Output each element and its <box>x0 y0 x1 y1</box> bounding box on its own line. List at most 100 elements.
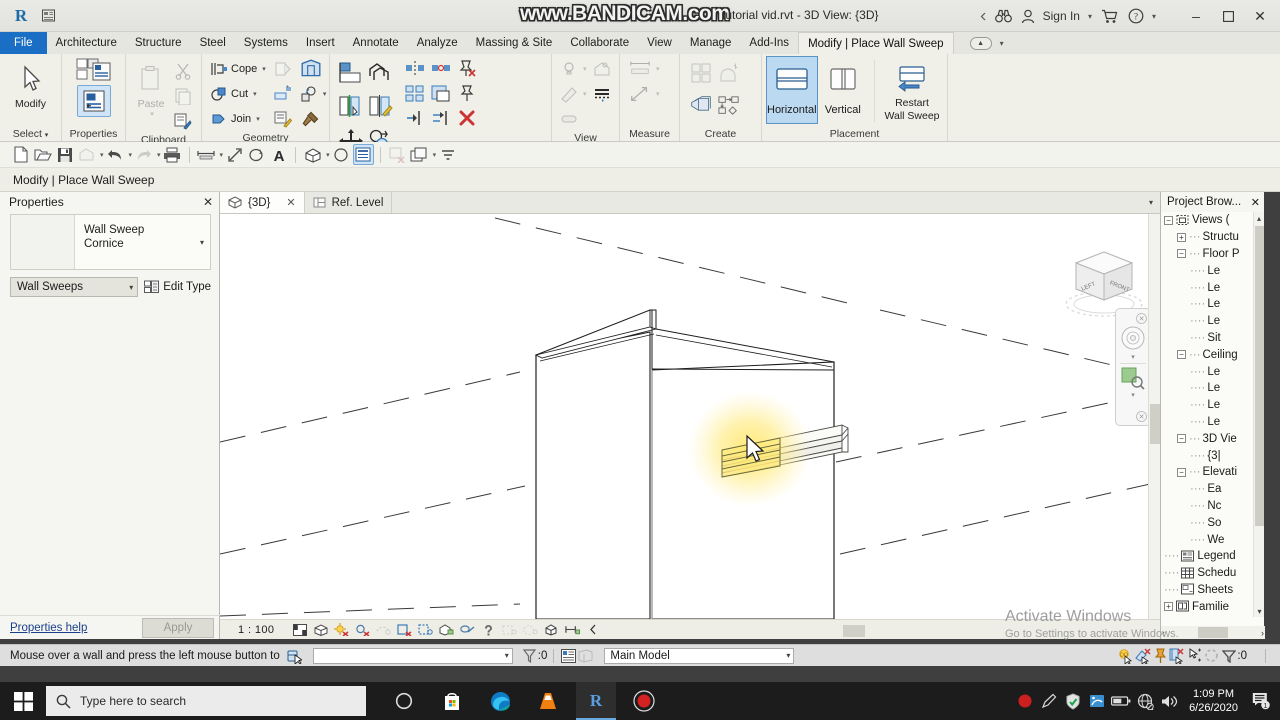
paste-button[interactable]: Paste ▾ <box>130 57 172 118</box>
join-geometry-button[interactable]: Join ▾ <box>208 107 268 131</box>
text-icon[interactable]: A <box>268 144 289 165</box>
undo-icon[interactable] <box>105 144 126 165</box>
wall-join-button[interactable] <box>298 57 329 81</box>
project-browser-horizontal-scrollbar[interactable]: ‹ › <box>1161 626 1265 639</box>
battery-icon[interactable] <box>1109 682 1133 720</box>
reveal-hidden-elements-icon[interactable] <box>481 622 496 637</box>
network-offline-icon[interactable] <box>1133 682 1157 720</box>
tree-expander-minus-icon[interactable]: − <box>1164 215 1173 225</box>
join-dropdown-caret-icon[interactable]: ▾ <box>256 115 260 123</box>
measure-along-dropdown-caret-icon[interactable]: ▾ <box>656 90 660 98</box>
browser-tree-item[interactable]: ···· Le <box>1161 397 1264 414</box>
project-browser-tree[interactable]: − Views (+ ··· Structu − ··· Floor P ···· Le ····… <box>1161 212 1264 617</box>
customize-qat-icon[interactable] <box>437 144 458 165</box>
status-filter-combo[interactable]: ▾ <box>312 647 513 664</box>
close-hidden-windows-icon[interactable] <box>387 144 408 165</box>
visual-style-icon[interactable] <box>313 622 328 637</box>
minimize-button[interactable]: – <box>1180 0 1212 32</box>
network-app-icon[interactable] <box>1085 682 1109 720</box>
measure-dropdown-caret-icon[interactable]: ▾ <box>656 65 660 73</box>
title-left-arrow-icon[interactable] <box>977 0 991 32</box>
open-file-icon[interactable] <box>32 144 53 165</box>
horizontal-placement-button[interactable]: Horizontal <box>766 56 818 124</box>
filter-icon[interactable] <box>1220 647 1237 664</box>
ribbon-tab-analyze[interactable]: Analyze <box>408 32 467 54</box>
restart-wall-sweep-button[interactable]: Restart Wall Sweep <box>881 56 943 122</box>
security-icon[interactable] <box>1061 682 1085 720</box>
browser-tree-item[interactable]: ···· Le <box>1161 414 1264 431</box>
browser-tree-item[interactable]: ···· {3| <box>1161 447 1264 464</box>
browser-tree-item[interactable]: ···· We <box>1161 531 1264 548</box>
tree-expander-minus-icon[interactable]: − <box>1177 249 1186 259</box>
user-avatar-icon[interactable] <box>1017 0 1039 32</box>
split-with-gap-button[interactable] <box>431 59 451 80</box>
3d-view-dropdown-caret-icon[interactable]: ▾ <box>326 151 330 159</box>
section-icon[interactable] <box>331 144 352 165</box>
microsoft-store-icon[interactable] <box>432 682 472 720</box>
properties-close-icon[interactable]: ✕ <box>203 195 213 209</box>
links-icon[interactable] <box>1169 647 1186 664</box>
tree-expander-minus-icon[interactable]: − <box>1177 434 1186 444</box>
browser-tree-item[interactable]: ···· Le <box>1161 313 1264 330</box>
rendering-dialog-icon[interactable] <box>376 622 392 637</box>
redo-dropdown-caret-icon[interactable]: ▾ <box>157 151 161 159</box>
array-button[interactable] <box>405 84 425 105</box>
type-selector[interactable]: Wall Sweep Cornice ▾ <box>10 214 211 270</box>
beam-join-button[interactable]: ▾ <box>298 82 329 106</box>
ribbon-tab-annotate[interactable]: Annotate <box>344 32 408 54</box>
binoculars-icon[interactable] <box>991 0 1017 32</box>
browser-tree-item[interactable]: ···· So <box>1161 514 1264 531</box>
status-filter-icon[interactable] <box>521 647 538 664</box>
save-as-icon[interactable] <box>76 144 97 165</box>
canvas-scroll-thumb[interactable] <box>1150 404 1160 444</box>
measure-between-refs-button[interactable]: ▾ <box>627 57 662 81</box>
revit-app-icon[interactable]: R <box>576 682 616 720</box>
split-element-button[interactable] <box>405 59 425 80</box>
navbar-options-icon[interactable]: ✕ <box>1136 411 1147 422</box>
cut-button[interactable] <box>172 59 194 83</box>
action-center-icon[interactable]: 1 <box>1246 682 1276 720</box>
worksets-icon[interactable] <box>577 647 594 664</box>
split-face-button[interactable]: + <box>272 82 294 106</box>
switch-windows-dropdown-caret-icon[interactable]: ▾ <box>433 151 437 159</box>
show-crop-region-icon[interactable] <box>418 622 434 637</box>
browser-scroll-down-icon[interactable]: ▾ <box>1254 605 1265 617</box>
paint-button[interactable] <box>272 107 294 131</box>
tree-expander-minus-icon[interactable]: − <box>1177 467 1186 477</box>
scale-button[interactable] <box>431 84 451 105</box>
volume-icon[interactable] <box>1157 682 1181 720</box>
default-3d-view-icon[interactable] <box>302 144 323 165</box>
edit-type-button[interactable]: Edit Type <box>144 280 211 294</box>
navbar-close-icon[interactable]: ✕ <box>1136 313 1147 324</box>
tag-icon[interactable]: 1 <box>246 144 267 165</box>
view-tab-3d[interactable]: {3D} ✕ <box>220 192 305 213</box>
model-selector[interactable]: Main Model ▾ <box>604 647 795 664</box>
zoom-caret-icon[interactable]: ▾ <box>1131 391 1135 399</box>
browser-tree-item[interactable]: ···· Sit <box>1161 330 1264 347</box>
browser-tree-item[interactable]: + Familie <box>1161 598 1264 615</box>
temporary-view-properties-icon[interactable] <box>502 622 517 637</box>
drag-elements-icon[interactable] <box>1186 647 1203 664</box>
view-tab-3d-close-icon[interactable]: ✕ <box>286 196 295 209</box>
browser-tree-item[interactable]: − ··· Elevati <box>1161 464 1264 481</box>
type-selector-caret-icon[interactable]: ▾ <box>194 215 210 269</box>
browser-tree-item[interactable]: ···· Le <box>1161 380 1264 397</box>
tree-expander-plus-icon[interactable]: + <box>1164 602 1173 612</box>
project-browser-vertical-scrollbar[interactable]: ▴ ▾ <box>1253 212 1264 617</box>
project-browser-close-icon[interactable]: ✕ <box>1251 196 1260 209</box>
trim-single-button[interactable] <box>405 109 425 130</box>
reveal-constraints-icon[interactable] <box>565 622 581 637</box>
cope-dropdown-caret-icon[interactable]: ▾ <box>262 65 266 73</box>
browser-tree-item[interactable]: ···· Sheets <box>1161 582 1264 599</box>
unpin-button[interactable] <box>457 59 477 80</box>
linework-dropdown-caret-icon[interactable]: ▾ <box>583 90 587 98</box>
browser-tree-item[interactable]: +Groun <box>1161 615 1264 617</box>
vertical-placement-button[interactable]: Vertical <box>818 56 868 124</box>
ribbon-tab-collaborate[interactable]: Collaborate <box>561 32 638 54</box>
qat-title-icon[interactable] <box>39 7 57 25</box>
browser-tree-item[interactable]: ···· Le <box>1161 262 1264 279</box>
hide-dropdown-caret-icon[interactable]: ▾ <box>583 65 587 73</box>
ribbon-minimize-button[interactable]: ▲ <box>969 36 992 50</box>
modify-button[interactable]: Modify <box>4 57 57 110</box>
view-tabs-overflow-caret-icon[interactable]: ▾ <box>1142 192 1160 213</box>
